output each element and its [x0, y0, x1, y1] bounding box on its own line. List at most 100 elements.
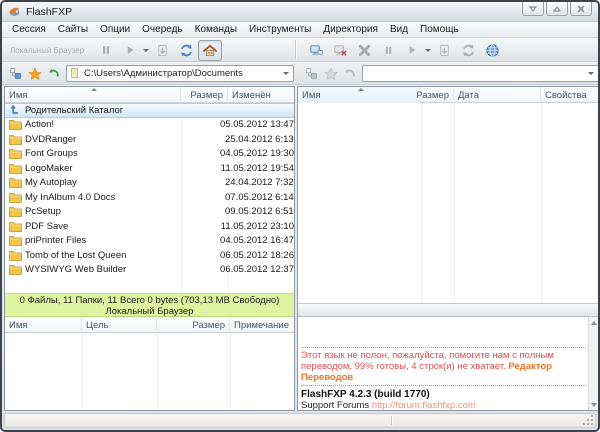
- table-row[interactable]: priPrinter Files 04.05.2012 16:47: [5, 234, 294, 249]
- remote-transfer-button[interactable]: [432, 40, 456, 61]
- table-row[interactable]: Font Groups 04.05.2012 19:30: [5, 147, 294, 162]
- menu-help[interactable]: Помощь: [414, 23, 465, 36]
- local-favorites-button[interactable]: [25, 64, 44, 83]
- queue-header-name[interactable]: Имя: [5, 317, 82, 333]
- local-header-name[interactable]: Имя: [5, 87, 181, 103]
- folder-icon: [9, 119, 22, 130]
- play-icon: [124, 44, 136, 56]
- maximize-icon: [553, 6, 561, 12]
- remote-browser-panel: Имя Размер Дата Свойства Этот язык не по…: [297, 86, 599, 411]
- remote-play-menu-button[interactable]: [424, 40, 432, 61]
- local-history-button[interactable]: [44, 64, 63, 83]
- menu-commands[interactable]: Команды: [189, 23, 243, 36]
- menu-tools[interactable]: Инструменты: [243, 23, 317, 36]
- file-name: LogoMaker: [25, 163, 174, 174]
- file-modified: 05.05.2012 13:47: [216, 119, 294, 130]
- log-splitter-handle[interactable]: [298, 303, 598, 317]
- play-icon: [406, 44, 418, 56]
- folder-icon: [9, 250, 22, 261]
- support-line: Support Forums http://forum.flashfxp.com: [301, 400, 586, 410]
- parent-dir-icon: [9, 104, 21, 116]
- local-path-combo[interactable]: C:\Users\Администратор\Documents: [66, 65, 294, 82]
- remote-header-date[interactable]: Дата: [454, 87, 541, 103]
- abort-button[interactable]: [352, 40, 376, 61]
- pause-icon: [100, 44, 112, 56]
- table-row[interactable]: Action! 05.05.2012 13:47: [5, 118, 294, 133]
- session-log[interactable]: Этот язык не полон, пожалуйста, помогите…: [298, 317, 598, 410]
- folder-icon: [9, 235, 22, 246]
- remote-refresh-button[interactable]: [456, 40, 480, 61]
- translation-notice: Этот язык не полон, пожалуйста, помогите…: [301, 350, 586, 383]
- menu-sites[interactable]: Сайты: [52, 23, 94, 36]
- remote-connect-button[interactable]: [304, 40, 328, 61]
- support-forum-link[interactable]: http://forum.flashfxp.com: [372, 400, 476, 410]
- remote-history-button[interactable]: [340, 64, 359, 83]
- table-row[interactable]: DVDRanger 25.04.2012 6:13: [5, 132, 294, 147]
- menu-view[interactable]: Вид: [384, 23, 414, 36]
- table-row[interactable]: LogoMaker 11.05.2012 19:54: [5, 161, 294, 176]
- local-pause-button[interactable]: [94, 40, 118, 61]
- remote-header-size[interactable]: Размер: [421, 87, 454, 103]
- file-name: PDF Save: [25, 221, 174, 232]
- table-row[interactable]: Tomb of the Lost Queen 06.05.2012 18:26: [5, 248, 294, 263]
- queue-header-note[interactable]: Примечание: [230, 317, 294, 333]
- scroll-down-icon[interactable]: [589, 400, 598, 409]
- local-header-modified[interactable]: Изменён: [228, 87, 294, 103]
- file-modified: 11.05.2012 19:54: [217, 163, 294, 174]
- menu-options[interactable]: Опции: [94, 23, 136, 36]
- local-home-button[interactable]: [198, 40, 222, 61]
- menu-session[interactable]: Сессия: [6, 23, 52, 36]
- remote-favorites-button[interactable]: [321, 64, 340, 83]
- app-window: FlashFXP Сессия Сайты Опции Очередь Кома…: [0, 0, 600, 432]
- queue-list[interactable]: [5, 333, 294, 410]
- app-logo-icon: [8, 5, 21, 18]
- remote-header-name[interactable]: Имя: [298, 87, 421, 103]
- play-menu-caret-icon: [425, 49, 431, 52]
- log-separator: [301, 347, 586, 348]
- local-tree-view-button[interactable]: [6, 64, 25, 83]
- local-status-counts: 0 Файлы, 11 Папки, 11 Всего 0 bytes (703…: [5, 295, 294, 306]
- remote-play-button[interactable]: [400, 40, 424, 61]
- menu-directory[interactable]: Директория: [317, 23, 384, 36]
- file-modified: 11.05.2012 23:10: [217, 221, 294, 232]
- queue-header-target[interactable]: Цель: [82, 317, 157, 333]
- close-button[interactable]: [570, 2, 592, 16]
- local-play-menu-button[interactable]: [142, 40, 150, 61]
- file-name: My Autoplay: [25, 177, 177, 188]
- table-row[interactable]: PDF Save 11.05.2012 23:10: [5, 219, 294, 234]
- version-text: FlashFXP 4.2.3 (build 1770): [301, 389, 586, 400]
- web-browser-button[interactable]: [480, 40, 504, 61]
- refresh-icon: [461, 43, 476, 58]
- table-row[interactable]: WYSIWYG Web Builder 06.05.2012 12:37: [5, 263, 294, 278]
- chevron-down-icon: [283, 72, 289, 75]
- local-path-dropdown[interactable]: [279, 67, 292, 80]
- local-play-button[interactable]: [118, 40, 142, 61]
- remote-pause-button[interactable]: [376, 40, 400, 61]
- transfer-icon: [437, 43, 452, 58]
- menu-queue[interactable]: Очередь: [136, 23, 189, 36]
- remote-tree-view-button[interactable]: [302, 64, 321, 83]
- local-header-size[interactable]: Размер: [181, 87, 228, 103]
- table-row[interactable]: My Autoplay 24.04.2012 7:32: [5, 176, 294, 191]
- remote-path-dropdown[interactable]: [584, 67, 597, 80]
- history-arrow-icon: [47, 67, 60, 80]
- table-row[interactable]: Родительский Каталог: [5, 103, 294, 118]
- maximize-button[interactable]: [546, 2, 568, 16]
- pause-icon: [383, 45, 394, 56]
- queue-header-size[interactable]: Размер: [157, 317, 230, 333]
- table-row[interactable]: PcSetup 09.05.2012 6:51: [5, 205, 294, 220]
- sort-ascending-icon: [358, 88, 364, 91]
- remote-disconnect-button[interactable]: [328, 40, 352, 61]
- remote-header-props[interactable]: Свойства: [541, 87, 598, 103]
- remote-file-list[interactable]: [298, 103, 598, 303]
- remote-path-combo[interactable]: [362, 65, 599, 82]
- title-bar[interactable]: FlashFXP: [2, 2, 598, 22]
- resize-grip[interactable]: [583, 415, 593, 425]
- local-transfer-button[interactable]: [150, 40, 174, 61]
- local-refresh-button[interactable]: [174, 40, 198, 61]
- table-row[interactable]: My InAlbum 4.0 Docs 07.05.2012 6:14: [5, 190, 294, 205]
- scroll-up-icon[interactable]: [589, 318, 598, 327]
- refresh-icon: [179, 43, 194, 58]
- log-scrollbar[interactable]: [588, 317, 598, 410]
- minimize-button[interactable]: [522, 2, 544, 16]
